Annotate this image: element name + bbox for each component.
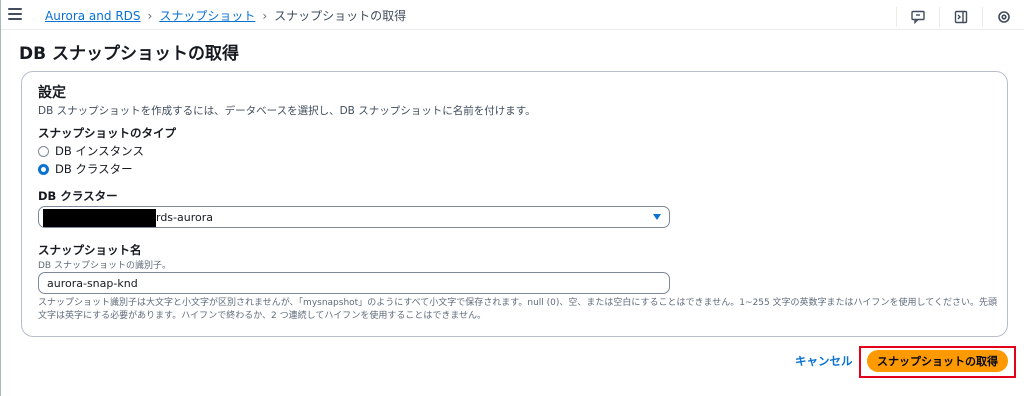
- chevron-right-icon: ›: [147, 8, 153, 23]
- breadcrumb-aurora-rds[interactable]: Aurora and RDS: [45, 9, 141, 23]
- divider: [939, 7, 940, 27]
- breadcrumb-snapshots[interactable]: スナップショット: [159, 7, 255, 24]
- caret-down-icon: [653, 214, 661, 220]
- db-cluster-label: DB クラスター: [38, 189, 118, 203]
- settings-icon[interactable]: [997, 10, 1011, 24]
- cancel-button[interactable]: キャンセル: [795, 353, 853, 369]
- snapshot-name-constraint: スナップショット識別子は大文字と小文字が区別されませんが、「mysnapshot…: [38, 298, 998, 321]
- redaction-box: [43, 209, 156, 227]
- db-cluster-select[interactable]: rds-aurora: [38, 206, 670, 228]
- take-snapshot-button[interactable]: スナップショットの取得: [867, 350, 1008, 372]
- settings-container: 設定 DB スナップショットを作成するには、データベースを選択し、DB スナップ…: [21, 71, 1008, 337]
- divider: [982, 7, 983, 27]
- settings-description: DB スナップショットを作成するには、データベースを選択し、DB スナップショッ…: [38, 105, 536, 117]
- settings-title: 設定: [38, 85, 66, 101]
- feedback-icon[interactable]: [911, 10, 925, 24]
- top-utility-icons: [896, 7, 1011, 27]
- breadcrumb-current: スナップショットの取得: [274, 9, 407, 23]
- chevron-right-icon: ›: [262, 8, 268, 23]
- radio-db-instance[interactable]: DB インスタンス: [38, 143, 144, 159]
- snapshot-name-label: スナップショット名: [38, 243, 142, 257]
- radio-label: DB インスタンス: [55, 144, 144, 158]
- radio-db-cluster[interactable]: DB クラスター: [38, 161, 133, 177]
- snapshot-name-input[interactable]: [38, 272, 670, 294]
- radio-circle-selected[interactable]: [38, 163, 49, 175]
- page-title: DB スナップショットの取得: [19, 44, 239, 64]
- snapshot-name-hint: DB スナップショットの識別子。: [38, 261, 171, 271]
- panel-icon[interactable]: [954, 10, 968, 24]
- divider: [896, 7, 897, 27]
- radio-circle[interactable]: [38, 145, 49, 157]
- db-cluster-value: rds-aurora: [156, 211, 213, 224]
- snapshot-type-label: スナップショットのタイプ: [38, 126, 176, 140]
- breadcrumb: Aurora and RDS › スナップショット › スナップショットの取得: [45, 7, 406, 24]
- menu-icon[interactable]: [8, 8, 22, 20]
- radio-label: DB クラスター: [55, 162, 133, 176]
- top-navigation: Aurora and RDS › スナップショット › スナップショットの取得: [1, 0, 1024, 30]
